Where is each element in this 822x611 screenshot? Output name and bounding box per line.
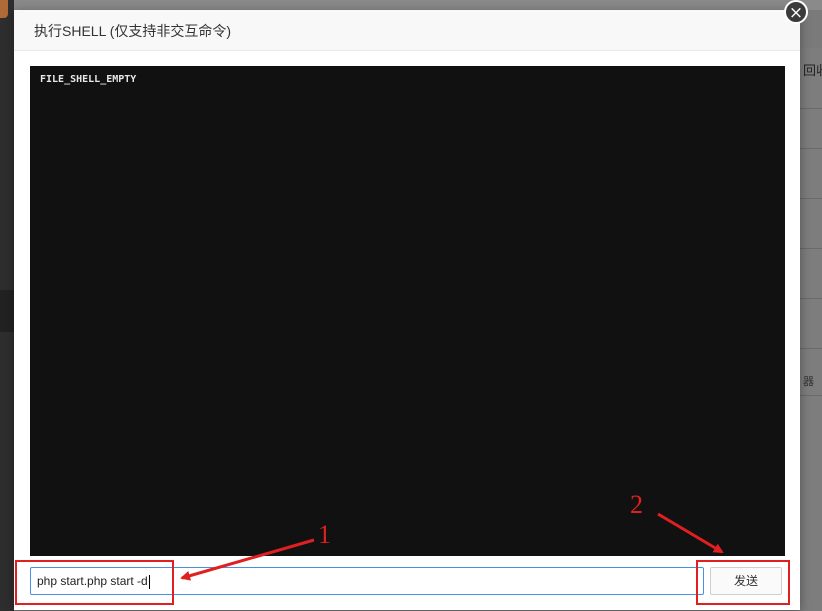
annotation-arrow-1 xyxy=(180,538,315,581)
annotation-arrow-2 xyxy=(657,512,724,554)
annotation-arrows xyxy=(180,512,724,581)
